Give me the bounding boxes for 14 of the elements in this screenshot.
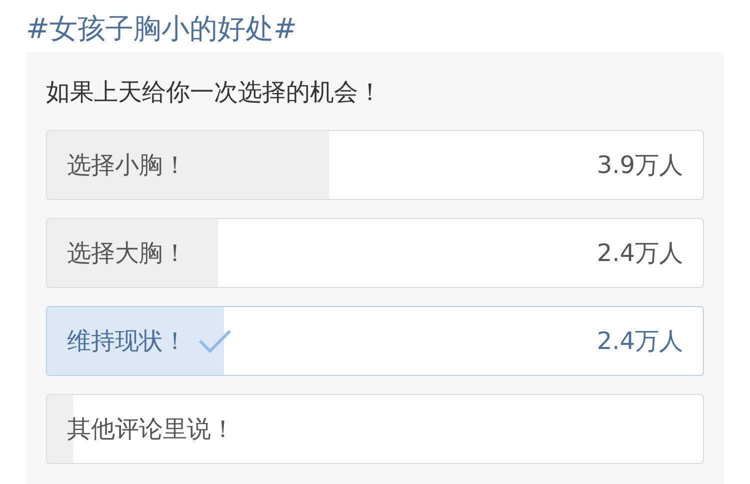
poll-option[interactable]: 维持现状！ 2.4万人 [46,306,704,376]
option-label: 其他评论里说！ [67,414,235,445]
checkmark-icon [197,327,233,355]
option-label: 维持现状！ [67,326,187,357]
topic-title[interactable]: #女孩子胸小的好处# [26,12,297,45]
vote-count: 2.4万人 [596,326,683,357]
poll-option[interactable]: 选择小胸！ 3.9万人 [46,130,704,200]
poll-question: 如果上天给你一次选择的机会！ [46,78,382,106]
option-label: 选择小胸！ [67,150,187,181]
poll-option[interactable]: 选择大胸！ 2.4万人 [46,218,704,288]
option-label: 选择大胸！ [67,238,187,269]
vote-count: 2.4万人 [596,238,683,269]
vote-count: 3.9万人 [596,150,683,181]
poll-option[interactable]: 其他评论里说！ [46,394,704,464]
